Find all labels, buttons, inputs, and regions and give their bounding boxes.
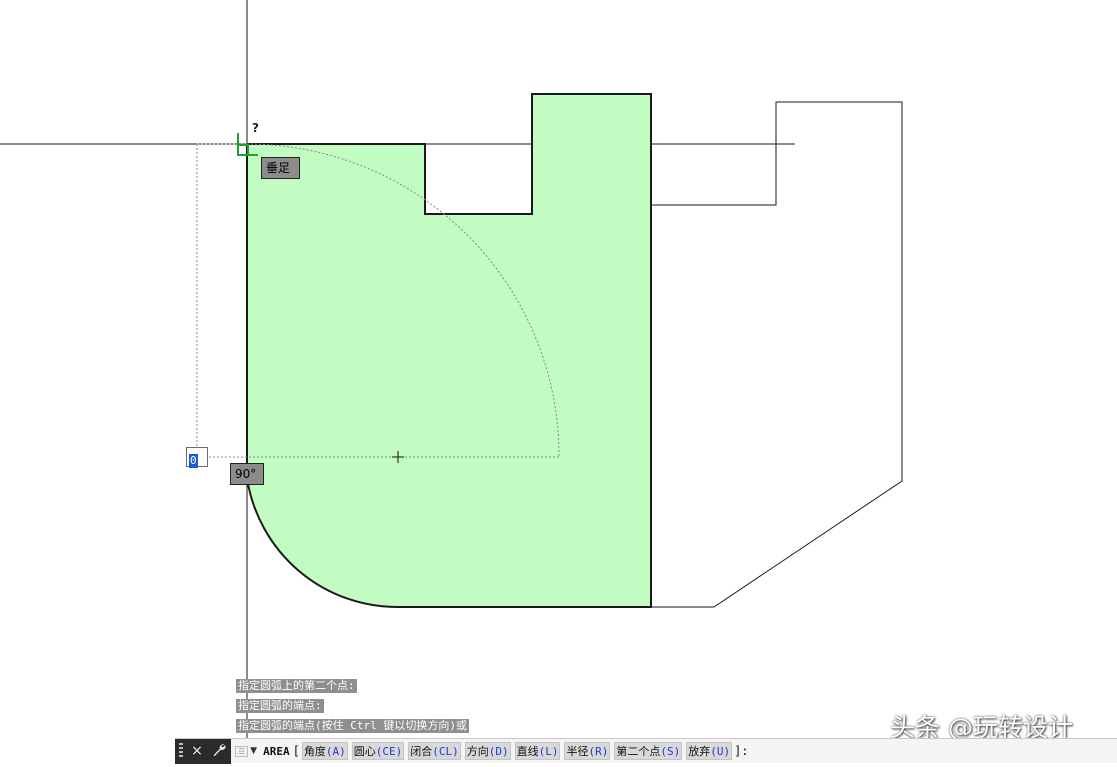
recent-commands-icon[interactable]: ☰ — [235, 745, 249, 757]
option-radius[interactable]: 半径(R) — [564, 742, 611, 760]
help-marker: ? — [252, 121, 259, 135]
option-key: (R) — [588, 745, 609, 758]
option-undo[interactable]: 放弃(U) — [686, 742, 733, 760]
option-key: (CL) — [432, 745, 459, 758]
option-key: (U) — [710, 745, 731, 758]
option-center[interactable]: 圆心(CE) — [351, 742, 405, 760]
command-prompt[interactable]: ☰ ▼ AREA [ 角度(A) 圆心(CE) 闭合(CL) 方向(D) 直线(… — [235, 742, 749, 760]
angle-tooltip: 90° — [230, 463, 264, 485]
option-label: 第二个点 — [616, 745, 661, 758]
command-line-tools: × — [175, 738, 231, 764]
command-history-line: 指定圆弧上的第二个点: — [236, 679, 357, 693]
option-key: (A) — [325, 745, 346, 758]
options-close-bracket: ]: — [734, 744, 749, 758]
chevron-down-icon[interactable]: ▼ — [250, 746, 257, 756]
outline-shape[interactable] — [651, 101, 903, 608]
option-line[interactable]: 直线(L) — [514, 742, 561, 760]
option-close[interactable]: 闭合(CL) — [408, 742, 461, 760]
area-fill-region — [246, 93, 652, 609]
drag-handle-icon[interactable] — [179, 743, 184, 759]
command-history-line: 指定圆弧的端点(按住 Ctrl 键以切换方向)或 — [236, 719, 469, 733]
option-label: 方向 — [466, 745, 489, 758]
command-history-line: 指定圆弧的端点: — [236, 699, 324, 713]
drawing-viewport[interactable]: ? 垂足 0 90° — [0, 0, 1117, 763]
command-line-bar: × ☰ ▼ AREA [ 角度(A) 圆心(CE) 闭合(CL) 方向(D) 直… — [175, 738, 1117, 764]
option-label: 直线 — [516, 745, 539, 758]
option-direction[interactable]: 方向(D) — [464, 742, 511, 760]
snap-tooltip: 垂足 — [261, 157, 300, 179]
option-key: (CE) — [375, 745, 403, 758]
options-open-bracket: [ — [292, 744, 300, 758]
dynamic-input-field[interactable]: 0 — [186, 447, 208, 468]
option-label: 角度 — [303, 745, 326, 758]
command-name: AREA — [263, 744, 290, 758]
wrench-icon[interactable] — [211, 742, 227, 761]
option-label: 圆心 — [353, 745, 376, 758]
option-angle[interactable]: 角度(A) — [301, 742, 348, 760]
close-icon[interactable]: × — [191, 744, 203, 758]
option-label: 闭合 — [410, 745, 433, 758]
option-label: 放弃 — [688, 745, 711, 758]
option-key: (L) — [538, 745, 559, 758]
option-key: (D) — [488, 745, 509, 758]
option-second-point[interactable]: 第二个点(S) — [614, 742, 683, 760]
option-key: (S) — [660, 745, 681, 758]
option-label: 半径 — [566, 745, 589, 758]
dynamic-input-value[interactable]: 0 — [189, 454, 198, 468]
